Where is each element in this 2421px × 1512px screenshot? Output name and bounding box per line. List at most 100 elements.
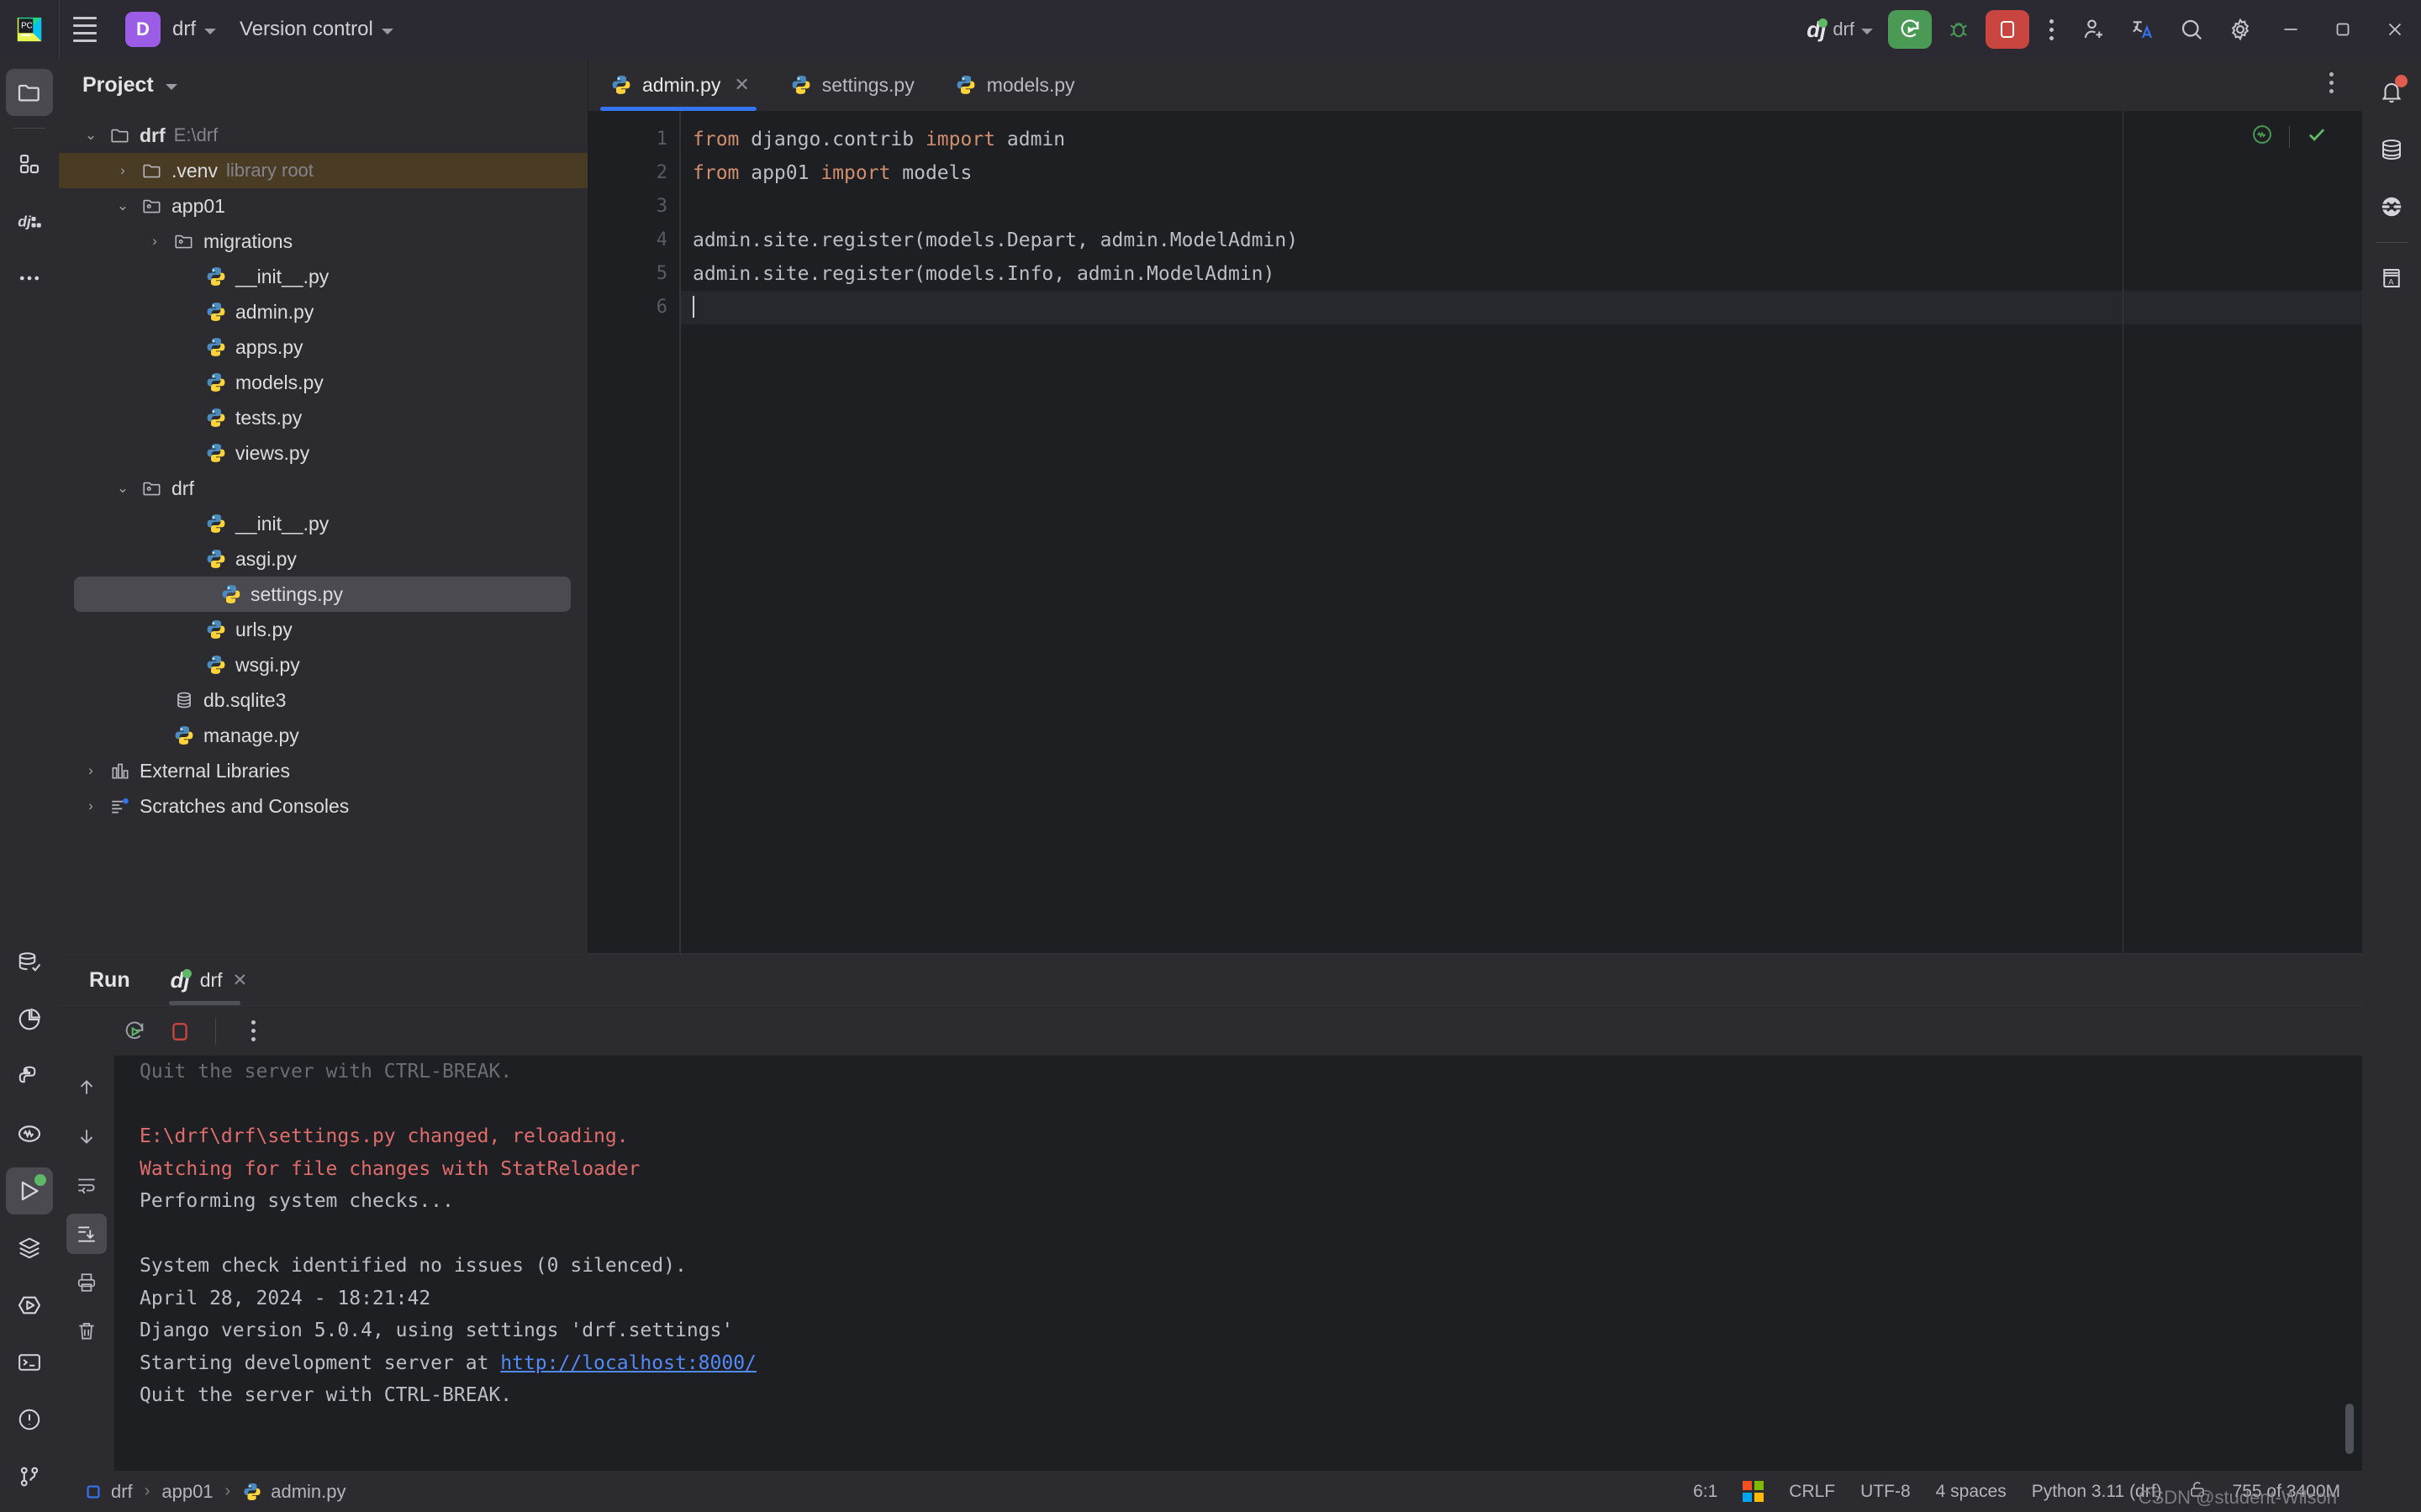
editor-tab-settings-py[interactable]: settings.py <box>768 59 933 111</box>
chevron-right-icon[interactable]: › <box>145 233 165 250</box>
breadcrumb-item-admin-py[interactable]: admin.py <box>242 1481 345 1503</box>
code-line[interactable]: from app01 import models <box>681 156 2362 190</box>
caret-position[interactable]: 6:1 <box>1693 1482 1717 1502</box>
stop-button[interactable] <box>1986 10 2029 49</box>
hamburger-menu-icon[interactable] <box>60 0 110 59</box>
tree-item-scratches-and-consoles[interactable]: ›Scratches and Consoles <box>59 788 588 824</box>
stop-square-icon[interactable] <box>160 1011 200 1051</box>
python-interpreter[interactable]: Python 3.11 (drf) <box>2032 1482 2162 1502</box>
tree-item---init---py[interactable]: __init__.py <box>59 259 588 294</box>
sidebar-item-terminal[interactable] <box>6 1339 53 1386</box>
rerun-icon[interactable] <box>114 1011 155 1051</box>
window-minimize-icon[interactable] <box>2265 0 2317 59</box>
code-line[interactable]: admin.site.register(models.Info, admin.M… <box>681 257 2362 291</box>
chevron-right-icon[interactable]: › <box>81 798 101 814</box>
tree-item-tests-py[interactable]: tests.py <box>59 400 588 435</box>
sidebar-item-problems[interactable] <box>6 1396 53 1443</box>
editor-tab-admin-py[interactable]: admin.py✕ <box>588 59 768 111</box>
run-configuration-selector[interactable]: dj drf <box>1795 17 1880 43</box>
sidebar-item-debug[interactable] <box>6 1282 53 1329</box>
tree-item-migrations[interactable]: ›migrations <box>59 224 588 259</box>
tree-item-views-py[interactable]: views.py <box>59 435 588 471</box>
tree-item---init---py[interactable]: __init__.py <box>59 506 588 541</box>
code-line[interactable]: from django.contrib import admin <box>681 123 2362 156</box>
tree-item-settings-py[interactable]: settings.py <box>74 577 571 612</box>
run-tab-drf[interactable]: dj drf ✕ <box>164 955 255 1005</box>
lock-icon[interactable] <box>2187 1479 2207 1504</box>
tree-item-drf[interactable]: ⌄drf <box>59 471 588 506</box>
soft-wrap-icon[interactable] <box>66 1165 107 1205</box>
arrow-up-icon[interactable] <box>66 1067 107 1108</box>
code-content[interactable]: from django.contrib import adminfrom app… <box>681 111 2362 954</box>
sidebar-item-notifications[interactable] <box>2368 69 2415 116</box>
code-line[interactable] <box>681 291 2362 324</box>
console-link[interactable]: http://localhost:8000/ <box>500 1352 757 1374</box>
more-vertical-icon[interactable] <box>2329 72 2334 93</box>
inspection-widget[interactable] <box>2250 123 2329 150</box>
chevron-right-icon[interactable]: › <box>81 762 101 779</box>
chevron-down-icon[interactable] <box>166 84 177 90</box>
tree-item-app01[interactable]: ⌄app01 <box>59 188 588 224</box>
editor-tab-models-py[interactable]: models.py <box>933 59 1094 111</box>
gear-icon[interactable] <box>2216 0 2265 59</box>
project-badge[interactable]: D <box>125 12 161 47</box>
inspection-squiggle-icon[interactable] <box>2250 123 2274 150</box>
tree-item-models-py[interactable]: models.py <box>59 365 588 400</box>
sidebar-item-project[interactable] <box>6 69 53 116</box>
tree-item-external-libraries[interactable]: ›External Libraries <box>59 753 588 788</box>
console-scrollbar[interactable] <box>2345 1404 2354 1454</box>
sidebar-item-python-console[interactable] <box>6 1053 53 1100</box>
sidebar-item-run[interactable] <box>6 1167 53 1214</box>
sidebar-item-dictionary[interactable]: A <box>2368 255 2415 302</box>
tree-item-asgi-py[interactable]: asgi.py <box>59 541 588 577</box>
tree-item-db-sqlite3[interactable]: db.sqlite3 <box>59 682 588 718</box>
sidebar-item-django[interactable]: dj <box>6 198 53 245</box>
chevron-right-icon[interactable]: › <box>113 162 133 179</box>
tree-item-drf[interactable]: ⌄drfE:\drf <box>59 118 588 153</box>
arrow-down-icon[interactable] <box>66 1116 107 1156</box>
code-line[interactable]: admin.site.register(models.Depart, admin… <box>681 224 2362 257</box>
rerun-button[interactable] <box>1888 10 1932 49</box>
code-area[interactable]: 123456 from django.contrib import adminf… <box>588 111 2362 954</box>
sidebar-item-ai-assistant[interactable] <box>2368 183 2415 230</box>
tree-item-urls-py[interactable]: urls.py <box>59 612 588 647</box>
tree-item-manage-py[interactable]: manage.py <box>59 718 588 753</box>
project-tree[interactable]: ⌄drfE:\drf›.venvlibrary root⌄app01›migra… <box>59 111 588 954</box>
translate-icon[interactable] <box>2118 0 2167 59</box>
sidebar-item-version-control[interactable] <box>6 1453 53 1500</box>
windows-icon[interactable] <box>1743 1481 1764 1502</box>
code-line[interactable] <box>681 190 2362 224</box>
more-vertical-icon[interactable] <box>2033 10 2070 49</box>
tree-item-admin-py[interactable]: admin.py <box>59 294 588 329</box>
tree-item-wsgi-py[interactable]: wsgi.py <box>59 647 588 682</box>
memory-indicator[interactable]: 755 of 3400M <box>2233 1482 2340 1502</box>
editor-tab-bar[interactable]: admin.py✕settings.pymodels.py <box>588 59 2362 111</box>
file-encoding[interactable]: UTF-8 <box>1860 1482 1911 1502</box>
sidebar-item-endpoints[interactable] <box>6 1110 53 1157</box>
window-maximize-icon[interactable] <box>2317 0 2369 59</box>
line-separator[interactable]: CRLF <box>1789 1482 1835 1502</box>
more-vertical-icon[interactable] <box>235 1012 272 1051</box>
chevron-down-icon[interactable]: ⌄ <box>81 127 101 144</box>
sidebar-item-database-check[interactable] <box>6 939 53 986</box>
breadcrumb-item-app01[interactable]: app01 <box>161 1481 213 1503</box>
print-icon[interactable] <box>66 1262 107 1303</box>
close-icon[interactable]: ✕ <box>734 74 749 96</box>
search-icon[interactable] <box>2167 0 2216 59</box>
indent-setting[interactable]: 4 spaces <box>1936 1482 2007 1502</box>
sidebar-item-more[interactable] <box>6 255 53 302</box>
breadcrumb[interactable]: drf›app01›admin.py <box>59 1481 346 1503</box>
add-user-icon[interactable] <box>2070 0 2118 59</box>
scroll-to-end-icon[interactable] <box>66 1214 107 1254</box>
sidebar-item-database[interactable] <box>2368 126 2415 173</box>
breadcrumb-item-drf[interactable]: drf <box>84 1481 133 1503</box>
project-name-dropdown[interactable]: drf <box>161 0 228 59</box>
window-close-icon[interactable] <box>2369 0 2421 59</box>
chevron-down-icon[interactable]: ⌄ <box>113 480 133 497</box>
chevron-down-icon[interactable]: ⌄ <box>113 198 133 214</box>
close-icon[interactable]: ✕ <box>233 970 248 991</box>
sidebar-item-profiler[interactable] <box>6 996 53 1043</box>
tree-item-apps-py[interactable]: apps.py <box>59 329 588 365</box>
tree-item--venv[interactable]: ›.venvlibrary root <box>59 153 588 188</box>
debug-bug-icon[interactable] <box>1938 10 1979 49</box>
